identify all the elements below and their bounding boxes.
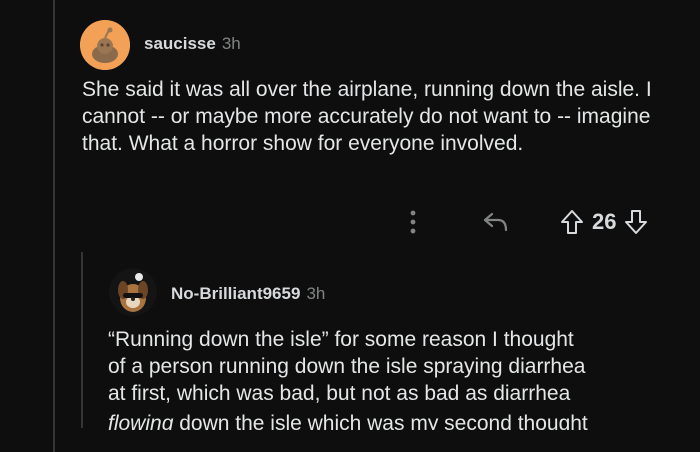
comment-line: flowing down the isle which was my secon…	[108, 410, 588, 430]
timestamp[interactable]: 3h	[222, 34, 241, 53]
downvote-button[interactable]	[624, 209, 648, 235]
more-vertical-icon	[410, 210, 416, 234]
dog-avatar-icon	[109, 268, 157, 316]
vote-controls: 26	[560, 205, 648, 239]
reply-arrow-icon	[483, 212, 508, 232]
nested-thread-line[interactable]	[81, 252, 83, 428]
comment-meta: No-Brilliant9659 3h	[171, 284, 325, 304]
italic-word: flowing	[108, 412, 174, 430]
comment-line: “Running down the isle” for some reason …	[108, 328, 574, 351]
comment-body: “Running down the isle” for some reason …	[108, 326, 678, 407]
upvote-arrow-icon	[561, 210, 583, 234]
comment-line: at first, which was bad, but not as bad …	[108, 382, 571, 405]
comment-line: of a person running down the isle sprayi…	[108, 355, 586, 378]
more-options-button[interactable]	[398, 205, 428, 239]
timestamp[interactable]: 3h	[306, 284, 325, 303]
downvote-arrow-icon	[625, 210, 648, 234]
thread-line[interactable]	[53, 0, 55, 452]
username[interactable]: saucisse	[144, 34, 216, 53]
avatar[interactable]	[109, 268, 157, 316]
username[interactable]: No-Brilliant9659	[171, 284, 300, 303]
avatar[interactable]	[80, 20, 130, 70]
upvote-button[interactable]	[560, 209, 584, 235]
reply-button[interactable]	[478, 205, 514, 239]
comment-meta: saucisse 3h	[144, 34, 241, 54]
comment-cutoff: flowing down the isle which was my secon…	[108, 410, 688, 430]
comment-body: She said it was all over the airplane, r…	[82, 78, 652, 155]
score: 26	[592, 209, 617, 234]
comment-line-rest: down the isle which was my second though…	[173, 412, 588, 430]
snoo-avatar-icon	[80, 20, 130, 70]
